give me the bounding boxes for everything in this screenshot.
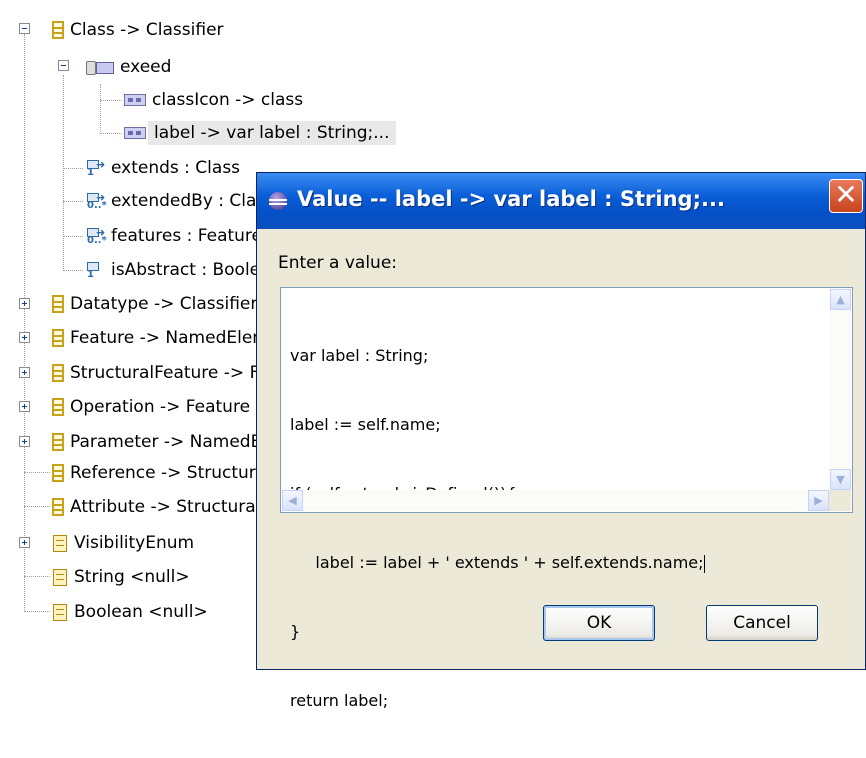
close-button[interactable]: ✕ [829, 179, 863, 213]
tree-connector [24, 506, 50, 507]
tree-item-label-entry[interactable]: label -> var label : String;... [124, 121, 396, 145]
edatatype-icon [50, 603, 68, 621]
scroll-up-arrow-icon[interactable]: ▲ [830, 289, 851, 310]
tree-item-isabstract[interactable]: 1 isAbstract : Boolean [85, 258, 281, 282]
eclass-icon [52, 498, 64, 516]
tree-item-boolean[interactable]: Boolean <null> [50, 600, 208, 624]
cancel-button[interactable]: Cancel [706, 605, 818, 641]
tree-connector [63, 201, 83, 202]
eclass-icon [52, 295, 64, 313]
tree-item-label: VisibilityEnum [74, 533, 195, 553]
eclass-icon [52, 398, 64, 416]
tree-item-class[interactable]: Class -> Classifier [52, 18, 224, 42]
tree-item-label: extends : Class [111, 158, 241, 178]
tree-item-classicon-entry[interactable]: classIcon -> class [124, 88, 303, 112]
ok-button[interactable]: OK [543, 605, 655, 641]
scrollbar-corner [829, 490, 851, 511]
tree-item-features[interactable]: ➜ 0..* features : Feature [85, 224, 262, 248]
tree-connector [63, 236, 83, 237]
dialog-title: Value -- label -> var label : String;... [297, 187, 725, 211]
tree-connector [63, 168, 83, 169]
code-line: label := self.name; [290, 415, 441, 434]
eclass-icon [52, 464, 64, 482]
scroll-right-arrow-icon[interactable]: ▶ [808, 490, 829, 511]
eclass-icon [52, 21, 64, 39]
tree-connector [24, 472, 50, 473]
code-line: label := label + ' extends ' + self.exte… [290, 553, 705, 573]
tree-item-operation[interactable]: Operation -> Feature [52, 395, 250, 419]
eclass-icon [52, 433, 64, 451]
tree-item-string[interactable]: String <null> [50, 565, 190, 589]
tree-item-label: exeed [120, 57, 172, 77]
edatatype-icon [50, 568, 68, 586]
tree-item-visibilityenum[interactable]: VisibilityEnum [50, 531, 194, 555]
tree-connector [63, 75, 64, 271]
tree-item-label: String <null> [74, 567, 190, 587]
expand-toggle-parameter[interactable] [19, 436, 30, 447]
eattribute-icon: 1 [85, 260, 105, 280]
tree-item-label: classIcon -> class [152, 90, 304, 110]
collapse-toggle-exeed[interactable] [58, 60, 69, 71]
eclipse-icon [269, 192, 287, 210]
text-caret [703, 554, 705, 573]
expand-toggle-structuralfeature[interactable] [19, 367, 30, 378]
tree-item-extendedby[interactable]: ➜ 0..* extendedBy : Class [85, 189, 274, 213]
ereference-icon: ➜ 1 [87, 158, 106, 178]
tree-item-label: extendedBy : Class [111, 191, 275, 211]
tree-connector [100, 100, 122, 101]
tree-connector [24, 34, 25, 612]
value-prompt: Enter a value: [278, 253, 398, 273]
expand-toggle-visibilityenum[interactable] [19, 537, 30, 548]
tree-item-label: features : Feature [111, 226, 263, 246]
tree-connector [100, 84, 101, 134]
tree-item-label: Boolean <null> [74, 602, 208, 622]
code-line: return label; [290, 691, 389, 710]
tree-connector [63, 270, 83, 271]
eenum-icon [50, 534, 68, 552]
eannotation-icon [86, 59, 114, 75]
expand-toggle-feature[interactable] [19, 332, 30, 343]
details-entry-icon [124, 94, 146, 106]
ereference-many-icon: ➜ 0..* [87, 226, 107, 246]
expand-toggle-operation[interactable] [19, 401, 30, 412]
dialog-titlebar[interactable]: Value -- label -> var label : String;...… [257, 173, 865, 229]
tree-item-label: Datatype -> Classifier [70, 294, 258, 314]
code-line: var label : String; [290, 346, 429, 365]
tree-item-extends[interactable]: ➜ 1 extends : Class [85, 156, 240, 180]
tree-item-datatype[interactable]: Datatype -> Classifier [52, 292, 257, 316]
eclass-icon [52, 364, 64, 382]
scroll-down-arrow-icon[interactable]: ▼ [830, 469, 851, 490]
ereference-many-icon: ➜ 0..* [87, 191, 107, 211]
collapse-toggle-class[interactable] [19, 23, 30, 34]
tree-item-label: Operation -> Feature [70, 397, 251, 417]
value-text-area[interactable]: var label : String; label := self.name; … [280, 287, 853, 710]
vertical-scrollbar[interactable]: ▲ ▼ [830, 289, 851, 490]
expand-toggle-datatype[interactable] [19, 298, 30, 309]
eclass-icon [52, 329, 64, 347]
tree-item-exeed-annotation[interactable]: exeed [86, 55, 171, 79]
horizontal-scrollbar[interactable]: ◀ ▶ [282, 490, 829, 511]
details-entry-icon [124, 127, 146, 139]
tree-connector [100, 133, 122, 134]
tree-item-label: Class -> Classifier [70, 20, 224, 40]
value-dialog: Value -- label -> var label : String;...… [256, 172, 866, 710]
code-text[interactable]: var label : String; label := self.name; … [290, 298, 705, 758]
tree-item-label: label -> var label : String;... [148, 121, 396, 145]
scroll-left-arrow-icon[interactable]: ◀ [282, 490, 303, 511]
tree-connector [24, 576, 50, 577]
tree-connector [24, 611, 50, 612]
